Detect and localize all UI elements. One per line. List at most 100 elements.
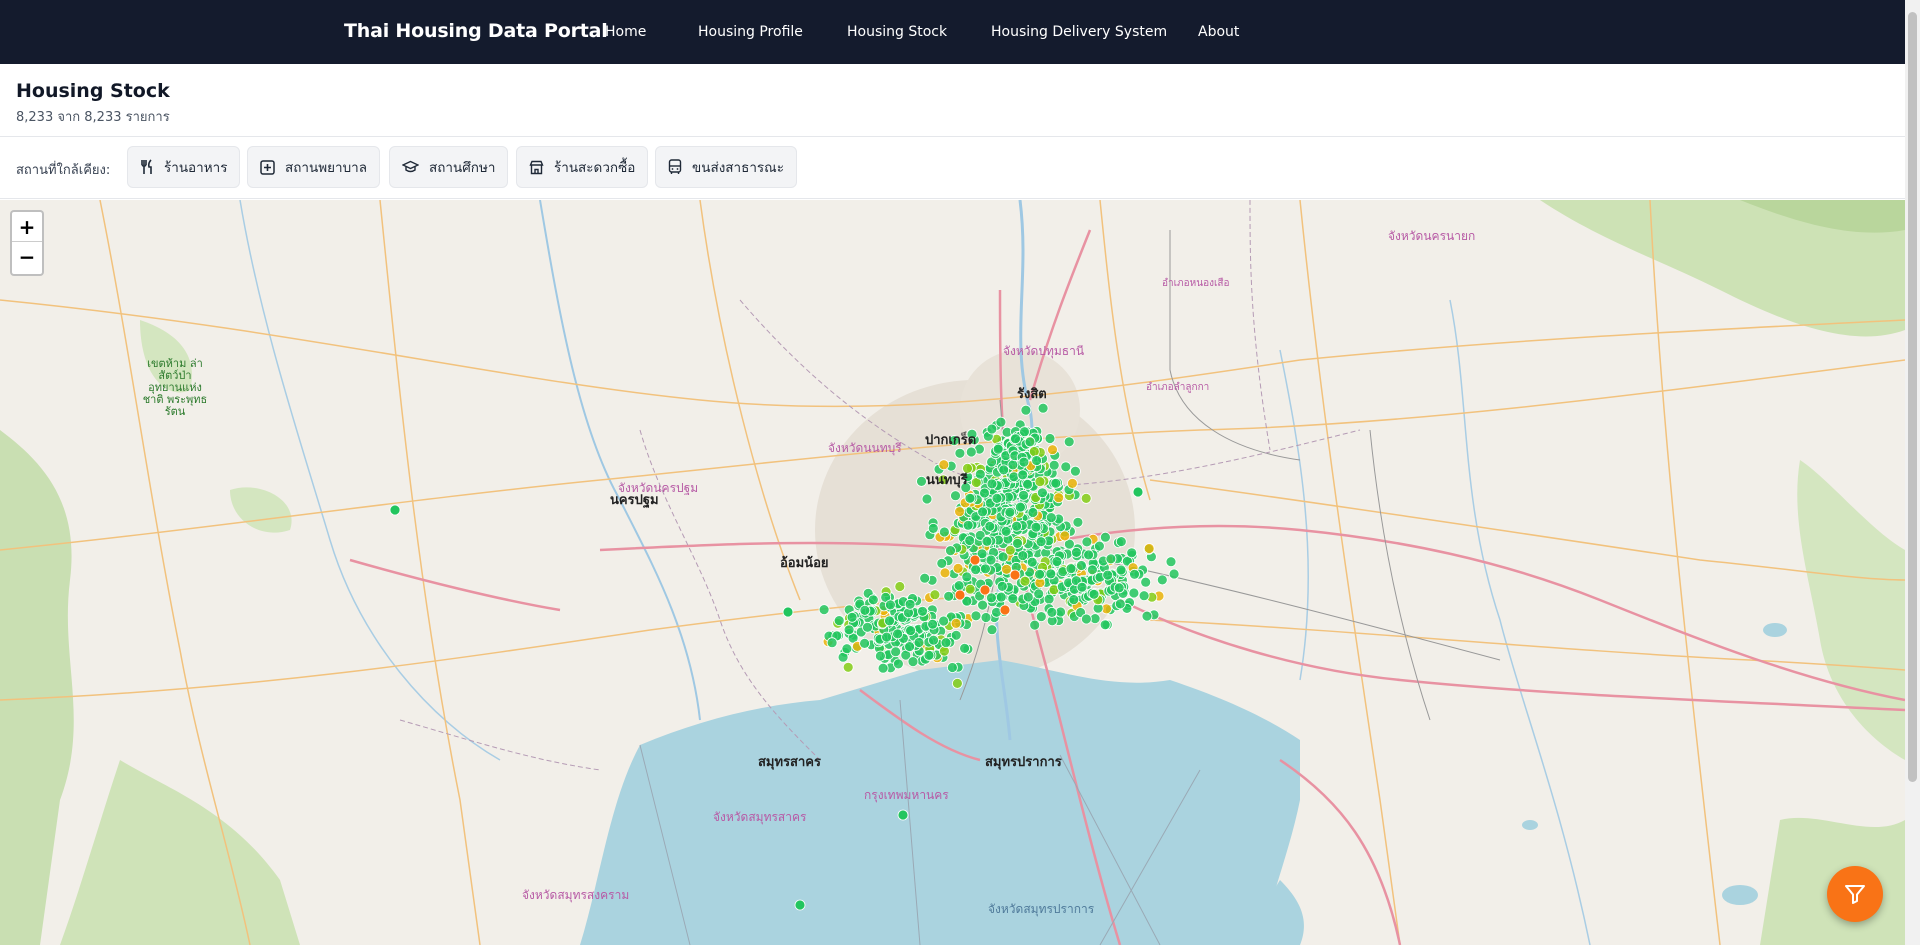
housing-dot[interactable] [862,621,873,633]
housing-dot[interactable] [945,545,956,557]
nav-link-home[interactable]: Home [605,24,646,40]
housing-dot[interactable] [1045,512,1057,524]
housing-dot[interactable] [1031,455,1042,466]
housing-dot[interactable] [995,416,1007,428]
housing-dot[interactable] [1168,568,1180,580]
housing-dot[interactable] [841,643,853,655]
housing-dot[interactable] [1019,575,1031,587]
housing-dot[interactable] [913,637,925,648]
housing-dot[interactable] [1132,486,1144,498]
housing-dot[interactable] [894,581,906,592]
housing-dot[interactable] [1029,619,1041,631]
housing-dot[interactable] [1141,610,1153,622]
housing-dot[interactable] [939,526,950,538]
housing-dot[interactable] [953,580,965,592]
housing-dot[interactable] [1071,546,1082,558]
housing-dot[interactable] [1015,501,1026,513]
housing-dot[interactable] [1012,537,1023,549]
housing-dot[interactable] [1048,459,1060,471]
housing-dot[interactable] [1138,590,1150,602]
housing-dot[interactable] [1051,556,1063,567]
housing-dot[interactable] [1034,476,1046,488]
housing-dot[interactable] [842,661,854,673]
housing-dot[interactable] [952,677,963,689]
housing-dot[interactable] [1043,593,1055,605]
housing-dot[interactable] [1022,591,1034,603]
housing-dot[interactable] [1140,576,1152,588]
housing-dot[interactable] [1009,569,1021,581]
housing-dot[interactable] [929,589,941,601]
housing-dot[interactable] [881,631,892,643]
housing-dot[interactable] [954,589,966,601]
housing-dot[interactable] [1072,516,1084,528]
housing-dot[interactable] [1010,433,1021,445]
housing-dot[interactable] [979,584,991,596]
housing-dot[interactable] [875,650,886,662]
housing-dot[interactable] [1115,564,1127,576]
housing-dot[interactable] [1001,563,1012,575]
housing-dot[interactable] [1070,465,1081,477]
housing-dot[interactable] [1045,568,1057,580]
housing-dot[interactable] [928,634,939,646]
housing-dot[interactable] [1022,478,1033,490]
housing-dot[interactable] [970,610,982,622]
housing-dot[interactable] [1047,444,1058,456]
housing-dot[interactable] [1063,436,1075,448]
housing-dot[interactable] [1068,594,1080,606]
housing-dot[interactable] [1102,569,1114,581]
housing-dot[interactable] [1143,543,1155,554]
housing-dot[interactable] [867,594,879,606]
housing-dot[interactable] [921,493,933,505]
housing-dot[interactable] [890,646,902,658]
housing-dot[interactable] [1007,593,1019,605]
housing-dot[interactable] [1100,531,1111,543]
housing-dot[interactable] [1059,530,1071,542]
housing-dot[interactable] [986,423,998,435]
housing-dot[interactable] [1080,492,1092,504]
housing-dot[interactable] [919,572,931,584]
housing-dot[interactable] [947,662,958,673]
housing-dot[interactable] [959,642,970,654]
housing-dot[interactable] [943,590,955,602]
housing-dot[interactable] [1026,556,1038,568]
housing-map[interactable]: จังหวัดปทุมธานี จังหวัดนนทบุรี จังหวัดนค… [0,200,1905,945]
housing-dot[interactable] [1007,459,1019,471]
housing-dot[interactable] [893,658,904,670]
housing-dot[interactable] [843,624,855,636]
housing-dot[interactable] [1020,404,1032,416]
housing-dot[interactable] [986,624,998,636]
housing-dot[interactable] [885,599,896,611]
housing-dot[interactable] [1037,487,1048,499]
housing-dot[interactable] [1115,536,1127,548]
housing-dot[interactable] [1030,521,1042,533]
housing-dot[interactable] [970,564,982,576]
chip-restaurant[interactable]: ร้านอาหาร [127,146,241,188]
housing-dot[interactable] [952,562,964,574]
housing-dot[interactable] [794,899,806,911]
housing-dot[interactable] [1088,588,1100,600]
housing-dots-layer[interactable] [0,200,1905,945]
housing-dot[interactable] [1011,520,1022,532]
nav-link-housing-delivery-system[interactable]: Housing Delivery System [991,24,1167,40]
housing-dot[interactable] [977,506,988,518]
housing-dot[interactable] [833,615,845,627]
housing-dot[interactable] [1019,426,1030,438]
housing-dot[interactable] [905,625,916,637]
chip-education[interactable]: สถานศึกษา [389,146,509,188]
housing-dot[interactable] [1008,471,1020,483]
housing-dot[interactable] [1099,619,1111,631]
housing-dot[interactable] [1067,477,1078,489]
housing-dot[interactable] [962,519,974,531]
housing-dot[interactable] [859,604,871,616]
housing-dot[interactable] [980,563,991,575]
housing-dot[interactable] [877,662,889,674]
housing-dot[interactable] [1129,568,1140,580]
housing-dot[interactable] [1076,581,1088,593]
zoom-in-button[interactable]: + [12,212,42,242]
housing-dot[interactable] [1035,611,1047,623]
housing-dot[interactable] [964,492,976,504]
housing-dot[interactable] [1024,436,1036,448]
housing-dot[interactable] [1018,489,1029,501]
housing-dot[interactable] [916,475,927,487]
zoom-out-button[interactable]: − [12,242,42,272]
